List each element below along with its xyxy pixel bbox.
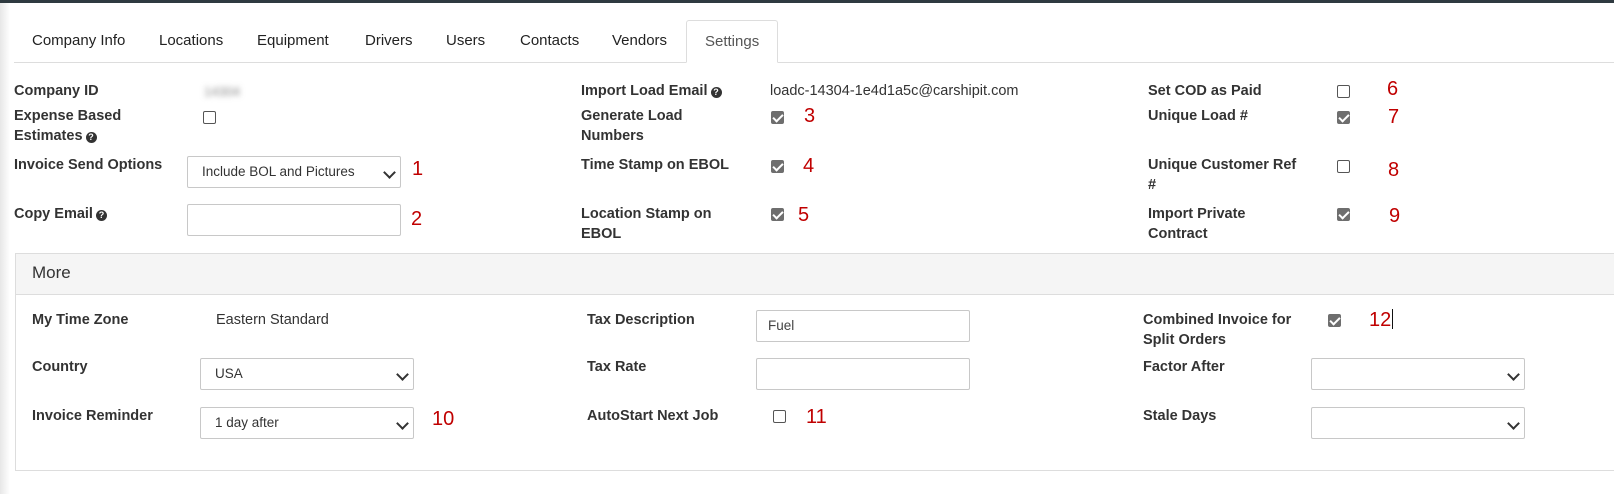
expense-based-label: Expense Based Estimates? bbox=[14, 106, 121, 146]
copy-email-input[interactable] bbox=[187, 204, 401, 236]
tax-description-input[interactable]: Fuel bbox=[756, 310, 970, 342]
tab-company-info[interactable]: Company Info bbox=[14, 20, 143, 61]
annotation-12: 12 bbox=[1369, 309, 1394, 331]
location-stamp-ebol-checkbox[interactable] bbox=[771, 208, 784, 221]
unique-load-checkbox[interactable] bbox=[1337, 111, 1350, 124]
annotation-10: 10 bbox=[432, 408, 455, 430]
time-zone-label: My Time Zone bbox=[32, 312, 129, 328]
copy-email-label-text: Copy Email bbox=[14, 206, 93, 222]
import-load-email-label: Import Load Email? bbox=[581, 81, 722, 101]
invoice-send-options-value: Include BOL and Pictures bbox=[202, 164, 355, 179]
factor-after-select[interactable] bbox=[1311, 358, 1525, 390]
chevron-down-icon bbox=[1507, 417, 1520, 430]
chevron-down-icon bbox=[383, 166, 396, 179]
more-panel-title: More bbox=[32, 263, 71, 282]
top-bar bbox=[0, 0, 1614, 3]
unique-customer-ref-label-line2: # bbox=[1148, 177, 1157, 193]
time-stamp-ebol-checkbox[interactable] bbox=[771, 160, 784, 173]
combined-invoice-label-line2: Split Orders bbox=[1143, 332, 1226, 348]
annotation-3: 3 bbox=[804, 105, 816, 127]
stale-days-select[interactable] bbox=[1311, 407, 1525, 439]
company-id-value: 14304 bbox=[204, 84, 241, 99]
invoice-send-options-label: Invoice Send Options bbox=[14, 157, 163, 173]
company-id-label: Company ID bbox=[14, 83, 99, 99]
tab-settings[interactable]: Settings bbox=[686, 20, 779, 63]
tab-contacts[interactable]: Contacts bbox=[502, 20, 597, 61]
tab-equipment[interactable]: Equipment bbox=[239, 20, 347, 61]
tax-rate-label: Tax Rate bbox=[587, 359, 647, 375]
import-private-label-line1: Import Private bbox=[1148, 206, 1246, 222]
country-value: USA bbox=[215, 366, 243, 381]
combined-invoice-label-line1: Combined Invoice for bbox=[1143, 312, 1292, 328]
import-load-email-label-text: Import Load Email bbox=[581, 83, 708, 99]
annotation-11: 11 bbox=[806, 406, 827, 428]
annotation-4: 4 bbox=[803, 155, 815, 177]
import-private-contract-checkbox[interactable] bbox=[1337, 208, 1350, 221]
left-shadow bbox=[0, 3, 10, 494]
time-stamp-ebol-label: Time Stamp on EBOL bbox=[581, 157, 729, 173]
generate-load-numbers-label: Generate Load Numbers bbox=[581, 106, 683, 146]
unique-customer-ref-checkbox[interactable] bbox=[1337, 160, 1350, 173]
copy-email-label: Copy Email? bbox=[14, 204, 107, 224]
tab-users[interactable]: Users bbox=[428, 20, 503, 61]
question-circle-icon: ? bbox=[85, 132, 97, 143]
expense-based-label-line1: Expense Based bbox=[14, 108, 122, 124]
annotation-1: 1 bbox=[412, 158, 424, 180]
unique-load-label: Unique Load # bbox=[1148, 108, 1248, 124]
tab-drivers[interactable]: Drivers bbox=[347, 20, 431, 61]
autostart-next-job-label: AutoStart Next Job bbox=[587, 408, 719, 424]
generate-load-numbers-checkbox[interactable] bbox=[771, 111, 784, 124]
generate-load-label-line1: Generate Load bbox=[581, 108, 683, 124]
stale-days-label: Stale Days bbox=[1143, 408, 1217, 424]
tax-description-label: Tax Description bbox=[587, 312, 695, 328]
invoice-reminder-select[interactable]: 1 day after bbox=[200, 407, 414, 439]
combined-invoice-checkbox[interactable] bbox=[1328, 314, 1341, 327]
tab-vendors[interactable]: Vendors bbox=[594, 20, 685, 61]
generate-load-label-line2: Numbers bbox=[581, 128, 644, 144]
import-private-contract-label: Import Private Contract bbox=[1148, 204, 1246, 244]
country-select[interactable]: USA bbox=[200, 358, 414, 390]
chevron-down-icon bbox=[1507, 368, 1520, 381]
location-stamp-ebol-label: Location Stamp on EBOL bbox=[581, 204, 712, 244]
annotation-7: 7 bbox=[1388, 106, 1400, 128]
annotation-9: 9 bbox=[1389, 205, 1401, 227]
tab-bar: Company Info Locations Equipment Drivers… bbox=[14, 20, 1614, 63]
expense-based-checkbox[interactable] bbox=[203, 111, 216, 124]
unique-customer-ref-label-line1: Unique Customer Ref bbox=[1148, 157, 1297, 173]
location-stamp-label-line2: EBOL bbox=[581, 226, 622, 242]
country-label: Country bbox=[32, 359, 88, 375]
text-caret bbox=[1392, 309, 1394, 329]
time-zone-value: Eastern Standard bbox=[216, 312, 329, 328]
chevron-down-icon bbox=[396, 368, 409, 381]
tab-locations[interactable]: Locations bbox=[141, 20, 241, 61]
import-private-label-line2: Contract bbox=[1148, 226, 1208, 242]
invoice-send-options-select[interactable]: Include BOL and Pictures bbox=[187, 156, 401, 188]
annotation-6: 6 bbox=[1387, 78, 1399, 100]
unique-customer-ref-label: Unique Customer Ref # bbox=[1148, 155, 1296, 195]
invoice-reminder-value: 1 day after bbox=[215, 415, 279, 430]
question-circle-icon: ? bbox=[95, 210, 107, 221]
tax-rate-input[interactable] bbox=[756, 358, 970, 390]
factor-after-label: Factor After bbox=[1143, 359, 1225, 375]
chevron-down-icon bbox=[396, 417, 409, 430]
set-cod-paid-label: Set COD as Paid bbox=[1148, 83, 1262, 99]
invoice-reminder-label: Invoice Reminder bbox=[32, 408, 153, 424]
annotation-12-text: 12 bbox=[1369, 309, 1392, 331]
question-circle-icon: ? bbox=[710, 87, 722, 98]
autostart-next-job-checkbox[interactable] bbox=[773, 410, 786, 423]
expense-based-label-line2: Estimates bbox=[14, 128, 83, 144]
import-load-email-value: loadc-14304-1e4d1a5c@carshipit.com bbox=[770, 83, 1019, 99]
more-panel-header[interactable]: More bbox=[16, 254, 1614, 295]
location-stamp-label-line1: Location Stamp on bbox=[581, 206, 712, 222]
annotation-5: 5 bbox=[798, 204, 810, 226]
annotation-8: 8 bbox=[1388, 159, 1400, 181]
annotation-2: 2 bbox=[411, 208, 423, 230]
set-cod-paid-checkbox[interactable] bbox=[1337, 85, 1350, 98]
combined-invoice-label: Combined Invoice for Split Orders bbox=[1143, 310, 1291, 350]
